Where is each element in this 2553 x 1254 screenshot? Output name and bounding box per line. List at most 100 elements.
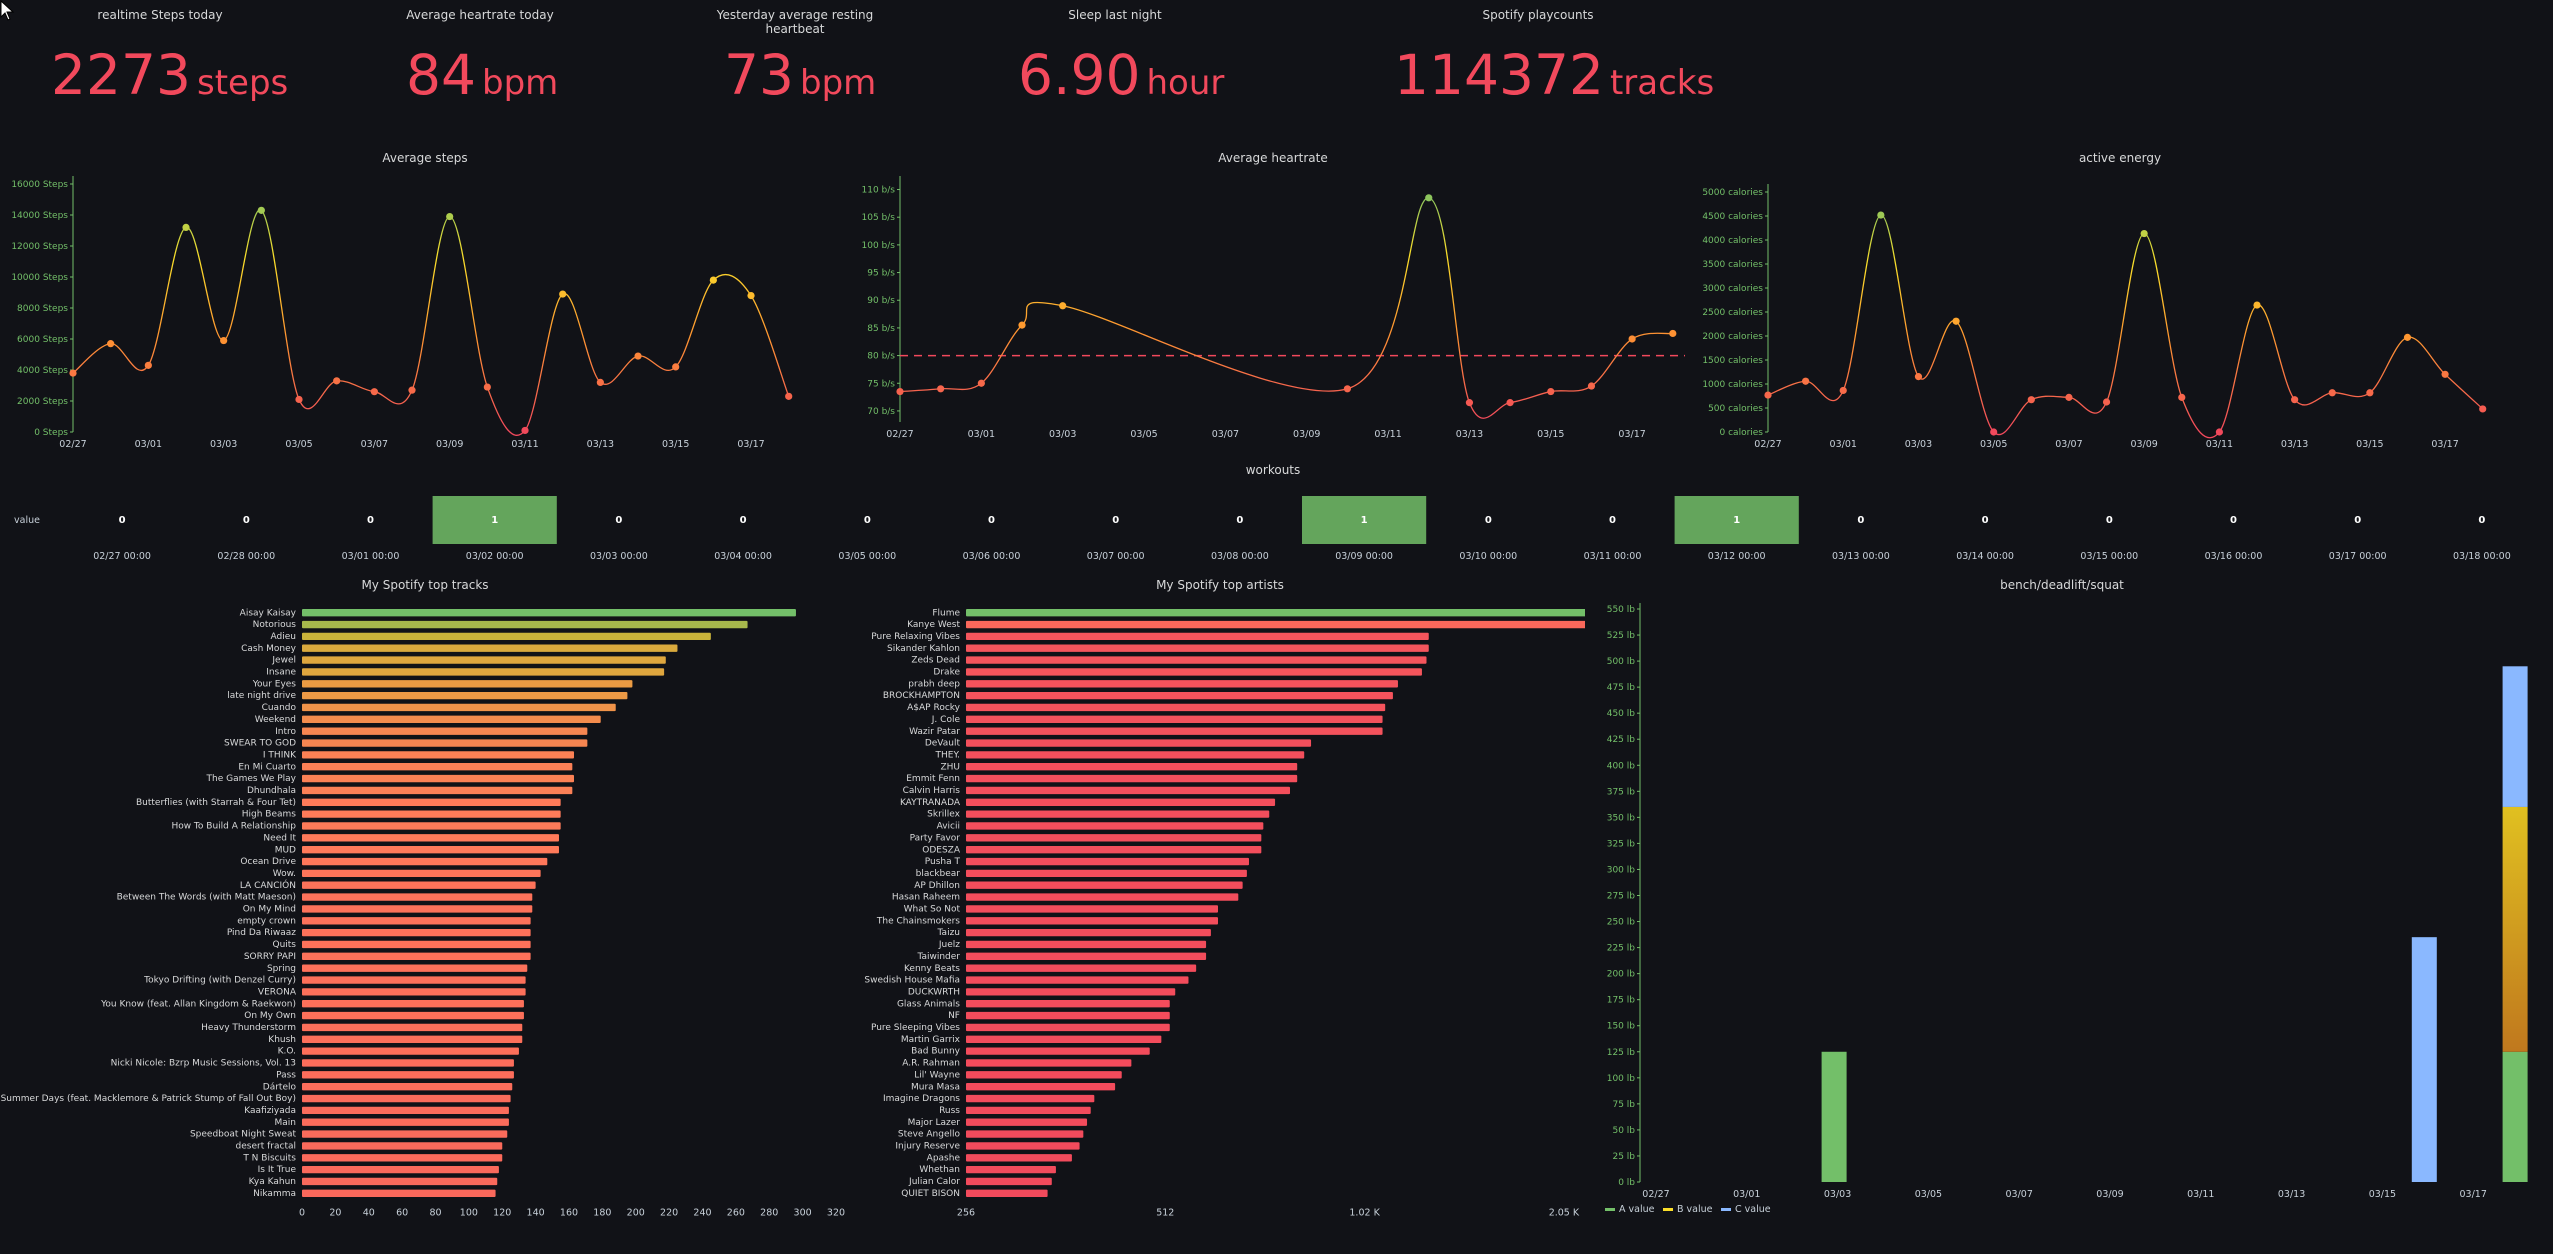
y-tick-label: 25 lb <box>1612 1152 1635 1162</box>
y-tick-label: 2000 Steps <box>17 397 68 407</box>
bar-label: Wow. <box>273 869 296 879</box>
data-point <box>521 426 529 435</box>
legend-swatch <box>1605 1208 1615 1211</box>
bar-label: Imagine Dragons <box>883 1094 960 1104</box>
x-tick-label: 240 <box>693 1208 711 1219</box>
stat-value: 6.90 hour <box>1018 48 1224 103</box>
x-tick-label: 40 <box>363 1208 375 1219</box>
bar-label: En Mi Cuarto <box>238 762 296 772</box>
bar <box>302 620 748 629</box>
x-tick-label: 03/15 <box>662 439 689 450</box>
top-artists-bar-chart[interactable]: Flume Kanye West Pure Relaxing Vibes Sikand… <box>845 595 1585 1225</box>
x-tick-label: 03/07 <box>2055 439 2082 450</box>
y-tick-label: 0 Steps <box>34 428 68 438</box>
workout-time: 03/14 00:00 <box>1956 551 2014 562</box>
lifts-bar-chart[interactable]: 0 lb 25 lb 50 lb 75 lb 100 lb 125 lb 150 lb 175… <box>1585 595 2553 1225</box>
bar-label: Taizu <box>937 928 960 938</box>
y-tick-label: 0 lb <box>1618 1178 1635 1188</box>
data-point <box>1018 321 1026 329</box>
bar-label: Jewel <box>271 656 296 666</box>
x-tick-label: 03/15 <box>1537 429 1564 440</box>
x-tick-label: 03/05 <box>285 439 312 450</box>
bar-label: Nicki Nicole: Bzrp Music Sessions, Vol. … <box>111 1059 296 1069</box>
data-point <box>2479 405 2487 413</box>
bar-label: Ocean Drive <box>240 857 296 867</box>
data-point <box>2140 229 2148 238</box>
x-tick-label: 160 <box>560 1208 578 1219</box>
y-tick-label: 12000 Steps <box>11 242 68 252</box>
bar-label: Emmit Fenn <box>906 774 960 784</box>
panel-title-active-energy: active energy <box>2078 151 2162 165</box>
y-tick-label: 3500 calories <box>1702 260 1763 270</box>
bar <box>966 609 1585 617</box>
data-point <box>2178 393 2186 401</box>
bar <box>302 917 531 925</box>
bar <box>966 1106 1091 1115</box>
top-tracks-bar-chart[interactable]: Aisay Kaisay Notorious Adieu Cash Money Jewe… <box>0 595 845 1225</box>
bar-label: Martin Garrix <box>901 1035 961 1045</box>
bar-label: Your Eyes <box>252 679 297 689</box>
stat-number: 84 <box>406 43 476 107</box>
bar <box>302 822 561 830</box>
data-point <box>1914 373 1923 381</box>
y-tick-label: 3000 calories <box>1702 284 1763 294</box>
bar-label: VERONA <box>258 987 297 997</box>
bar-label: K.O. <box>278 1047 296 1057</box>
workout-value: 0 <box>2354 515 2361 526</box>
legend-swatch <box>1721 1208 1731 1211</box>
x-tick-label: 03/09 <box>1293 429 1320 440</box>
energy-line-chart[interactable]: 0 calories 500 calories 1000 calories 1500 … <box>1694 170 2553 450</box>
bar <box>966 1000 1170 1008</box>
bar-label: On My Mind <box>243 905 296 915</box>
x-tick-label: 03/03 <box>1824 1189 1851 1200</box>
data-point <box>785 392 793 400</box>
stat-value: 114372 tracks <box>1394 48 1714 103</box>
x-tick-label: 200 <box>627 1208 645 1219</box>
y-tick-label: 50 lb <box>1612 1126 1635 1136</box>
data-point <box>1802 377 1810 385</box>
bar <box>966 893 1239 901</box>
bar <box>302 1083 513 1091</box>
x-tick-label: 03/13 <box>2278 1189 2305 1200</box>
x-tick-label: 03/03 <box>1905 439 1932 450</box>
panel-title-lifts: bench/deadlift/squat <box>2000 578 2124 592</box>
bar <box>966 988 1176 996</box>
x-tick-label: 03/07 <box>1212 429 1239 440</box>
workout-time: 03/17 00:00 <box>2329 551 2387 562</box>
series-line <box>72 209 790 436</box>
bar <box>966 1011 1170 1020</box>
y-tick-label: 325 lb <box>1607 839 1636 849</box>
data-point <box>370 388 378 396</box>
bar-label: LA CANCIÓN <box>240 879 296 891</box>
bar <box>966 727 1383 735</box>
data-point <box>1587 382 1596 390</box>
bar-label: T N Biscuits <box>242 1153 296 1163</box>
bar <box>966 881 1243 889</box>
bar <box>966 964 1197 972</box>
data-point <box>596 378 604 386</box>
heartrate-line-chart[interactable]: 70 b/s 75 b/s 80 b/s 85 b/s 90 b/s 95 b/s 100 … <box>847 170 1692 450</box>
workouts-table[interactable]: value 0 02/27 00:00 0 02/28 00:00 0 03/01 00:0… <box>0 480 2553 570</box>
workout-time: 02/28 00:00 <box>217 551 275 562</box>
bar-label: Heavy Thunderstorm <box>201 1023 296 1033</box>
y-tick-label: 475 lb <box>1607 683 1636 693</box>
data-point <box>2065 393 2073 401</box>
bar <box>966 786 1291 795</box>
bar <box>302 1035 523 1043</box>
stat-value: 2273 steps <box>51 48 288 103</box>
bar-label: ZHU <box>940 762 960 772</box>
bar-label: Between The Words (with Matt Maeson) <box>117 893 296 903</box>
y-tick-label: 4000 calories <box>1702 236 1763 246</box>
workout-value: 0 <box>2106 515 2113 526</box>
y-tick-label: 0 calories <box>1720 428 1764 438</box>
series-line <box>899 197 1673 419</box>
data-point <box>1764 391 1772 399</box>
legend-swatch <box>1663 1208 1673 1211</box>
bar <box>966 798 1276 806</box>
data-point <box>2027 396 2035 404</box>
bar-label: Pass <box>276 1070 296 1080</box>
y-tick-label: 95 b/s <box>867 269 895 279</box>
steps-line-chart[interactable]: 0 Steps 2000 Steps 4000 Steps 6000 Steps 800… <box>0 170 845 450</box>
panel-title-top-artists: My Spotify top artists <box>1156 578 1284 592</box>
bar-label: Hasan Raheem <box>892 893 960 903</box>
